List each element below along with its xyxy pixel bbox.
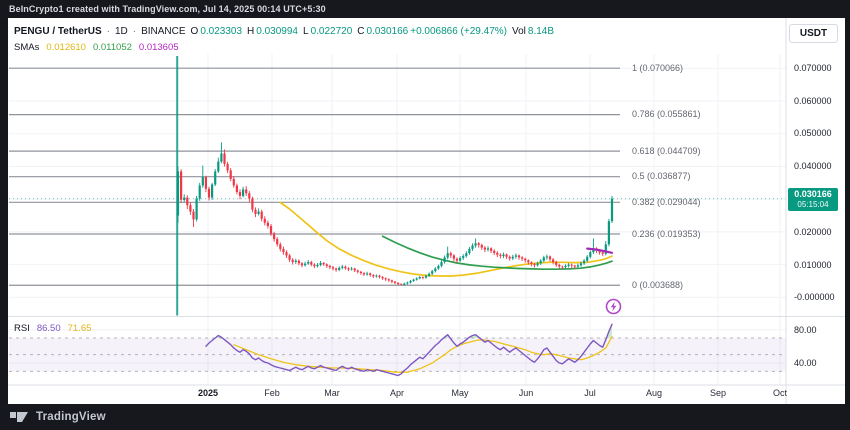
legend-separator: ·: [107, 26, 110, 37]
sma-value-purple: 0.013605: [139, 42, 179, 53]
fib-level-label: 0.236 (0.019353): [632, 229, 701, 239]
bar-countdown: 05:15:04: [788, 200, 838, 210]
rsi-axis-label: 80.00: [794, 325, 817, 335]
volume-value: 8.14B: [528, 26, 554, 37]
change-value: +0.006866 (+29.47%): [410, 26, 507, 37]
price-axis-label: 0.070000: [794, 63, 832, 73]
fib-level-label: 0.5 (0.036877): [632, 171, 691, 181]
legend-separator: ·: [133, 26, 136, 37]
price-axis-label: 0.010000: [794, 260, 832, 270]
rsi-ma-value: 71.65: [68, 323, 92, 334]
time-axis-label: Oct: [758, 388, 802, 398]
sma-value-yellow: 0.012610: [46, 42, 86, 53]
time-axis-label: Aug: [632, 388, 676, 398]
price-axis-label: 0.040000: [794, 161, 832, 171]
rsi-legend-label: RSI: [14, 323, 30, 334]
sma-indicator-legend[interactable]: SMAs 0.012610 0.011052 0.013605: [14, 41, 179, 53]
footer-bar: TradingView: [0, 404, 850, 430]
price-axis-label: 0.020000: [794, 227, 832, 237]
volume-label: Vol: [512, 26, 526, 37]
chart-canvas[interactable]: [0, 0, 850, 430]
tradingview-logo-icon[interactable]: [9, 409, 29, 425]
time-axis-label: Apr: [375, 388, 419, 398]
timeframe-label[interactable]: 1D: [115, 26, 128, 37]
sma-value-green: 0.011052: [93, 42, 132, 53]
price-axis-label: -0.000000: [794, 292, 835, 302]
time-axis-label: Sep: [696, 388, 740, 398]
symbol-title[interactable]: PENGU / TetherUS: [14, 26, 102, 37]
fib-level-label: 1 (0.070066): [632, 63, 683, 73]
price-axis-label: 0.060000: [794, 96, 832, 106]
fib-level-label: 0 (0.003688): [632, 280, 683, 290]
fib-level-label: 0.382 (0.029044): [632, 197, 701, 207]
time-axis-label: Jun: [504, 388, 548, 398]
fib-level-label: 0.786 (0.055861): [632, 109, 701, 119]
candles-series[interactable]: [177, 142, 613, 285]
open-label: O: [191, 26, 199, 37]
rsi-indicator-legend[interactable]: RSI 86.50 71.65: [14, 322, 91, 334]
time-axis-label: May: [438, 388, 482, 398]
sma-legend-label: SMAs: [14, 42, 39, 53]
rsi-overbought-fill: [206, 324, 612, 338]
open-value: 0.023303: [200, 26, 242, 37]
flash-marker-hotspot[interactable]: [605, 298, 622, 315]
high-label: H: [247, 26, 254, 37]
close-label: C: [357, 26, 364, 37]
rsi-value: 86.50: [37, 323, 61, 334]
time-axis-label: Feb: [250, 388, 294, 398]
last-price-value: 0.030166: [788, 188, 838, 200]
exchange-label: BINANCE: [141, 26, 185, 37]
time-axis-label: Mar: [310, 388, 354, 398]
fib-level-label: 0.618 (0.044709): [632, 146, 701, 156]
rsi-axis-label: 40.00: [794, 358, 817, 368]
low-label: L: [303, 26, 309, 37]
close-value: 0.030166: [367, 26, 409, 37]
tradingview-logo-text[interactable]: TradingView: [36, 411, 106, 423]
currency-button[interactable]: USDT: [789, 24, 838, 43]
last-price-badge[interactable]: 0.030166 05:15:04: [788, 188, 838, 211]
high-value: 0.030994: [256, 26, 298, 37]
chart-legend[interactable]: PENGU / TetherUS · 1D · BINANCE O 0.0233…: [14, 25, 554, 38]
time-axis-label: 2025: [186, 388, 230, 398]
price-axis-label: 0.050000: [794, 128, 832, 138]
time-axis-label: Jul: [568, 388, 612, 398]
low-value: 0.022720: [311, 26, 353, 37]
